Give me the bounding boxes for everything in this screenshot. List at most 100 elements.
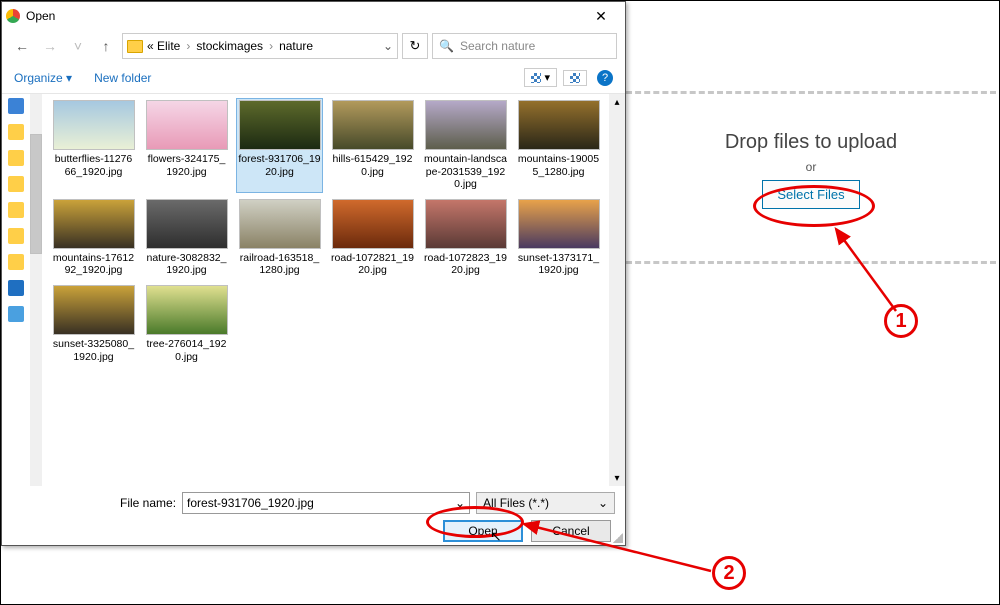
folder-icon[interactable] <box>8 228 24 244</box>
help-icon[interactable]: ? <box>597 70 613 86</box>
file-name-label: railroad-163518_1280.jpg <box>238 252 321 277</box>
file-item[interactable]: forest-931706_1920.jpg <box>236 98 323 193</box>
file-item[interactable]: nature-3082832_1920.jpg <box>143 197 230 279</box>
file-type-filter[interactable]: All Files (*.*) ⌄ <box>476 492 615 514</box>
files-scrollbar[interactable]: ▴ ▾ <box>609 94 625 486</box>
folder-icon[interactable] <box>8 176 24 192</box>
search-icon: 🔍 <box>439 39 454 53</box>
upload-or: or <box>626 160 996 174</box>
file-item[interactable]: road-1072821_1920.jpg <box>329 197 416 279</box>
file-name-label: mountains-1761292_1920.jpg <box>52 252 135 277</box>
file-name-label: flowers-324175_1920.jpg <box>145 153 228 178</box>
file-open-dialog: Open ✕ ← → ˅ ↑ « Elite › stockimages › n… <box>1 1 626 546</box>
file-thumbnail <box>146 199 228 249</box>
quickaccess-icon[interactable] <box>8 98 24 114</box>
file-item[interactable]: mountains-1761292_1920.jpg <box>50 197 137 279</box>
file-thumbnail <box>332 100 414 150</box>
file-name-label: mountains-190055_1280.jpg <box>517 153 600 178</box>
files-pane: butterflies-1127666_1920.jpg flowers-3241… <box>42 94 609 486</box>
onedrive-icon[interactable] <box>8 280 24 296</box>
file-name-label: butterflies-1127666_1920.jpg <box>52 153 135 178</box>
chevron-right-icon: › <box>184 39 192 53</box>
view-mode-button[interactable]: ▾ <box>524 68 557 87</box>
file-thumbnail <box>332 199 414 249</box>
cursor-icon: ↖ <box>490 528 502 545</box>
dialog-footer: File name: forest-931706_1920.jpg ⌄ All … <box>2 486 625 546</box>
file-name-label: forest-931706_1920.jpg <box>238 153 321 178</box>
open-button[interactable]: Open <box>443 520 523 542</box>
select-files-button[interactable]: Select Files <box>762 180 859 209</box>
file-thumbnail <box>518 199 600 249</box>
folder-icon[interactable] <box>8 202 24 218</box>
file-name-value: forest-931706_1920.jpg <box>187 496 314 510</box>
file-item[interactable]: tree-276014_1920.jpg <box>143 283 230 365</box>
crumb-elite[interactable]: « Elite <box>147 39 180 53</box>
scroll-down-icon[interactable]: ▾ <box>609 470 625 486</box>
chevron-down-icon: ⌄ <box>598 496 608 510</box>
nav-row: ← → ˅ ↑ « Elite › stockimages › nature ⌄… <box>2 30 625 62</box>
address-chevron-icon[interactable]: ⌄ <box>383 39 393 53</box>
file-name-input[interactable]: forest-931706_1920.jpg ⌄ <box>182 492 470 514</box>
file-thumbnail <box>425 199 507 249</box>
file-item[interactable]: road-1072823_1920.jpg <box>422 197 509 279</box>
file-item[interactable]: mountains-190055_1280.jpg <box>515 98 602 193</box>
file-name-label: sunset-1373171_1920.jpg <box>517 252 600 277</box>
folder-icon[interactable] <box>8 124 24 140</box>
chevron-right-icon: › <box>267 39 275 53</box>
dialog-title: Open <box>26 9 581 23</box>
chrome-icon <box>6 9 20 23</box>
annotation-badge-2: 2 <box>712 556 746 590</box>
upload-title: Drop files to upload <box>626 131 996 154</box>
file-thumbnail <box>53 285 135 335</box>
close-icon[interactable]: ✕ <box>581 8 621 25</box>
filter-value: All Files (*.*) <box>483 496 549 510</box>
crumb-nature[interactable]: nature <box>279 39 313 53</box>
new-folder-button[interactable]: New folder <box>94 71 151 85</box>
file-item[interactable]: mountain-landscape-2031539_1920.jpg <box>422 98 509 193</box>
folder-icon[interactable] <box>8 150 24 166</box>
file-name-label: tree-276014_1920.jpg <box>145 338 228 363</box>
recent-chevron-icon[interactable]: ˅ <box>66 34 90 58</box>
preview-pane-button[interactable] <box>563 70 587 86</box>
sidebar-scrollbar[interactable] <box>30 94 42 486</box>
file-name-label: hills-615429_1920.jpg <box>331 153 414 178</box>
chevron-down-icon[interactable]: ⌄ <box>455 496 465 510</box>
search-input[interactable]: 🔍 Search nature <box>432 33 617 59</box>
file-thumbnail <box>146 285 228 335</box>
file-item[interactable]: sunset-1373171_1920.jpg <box>515 197 602 279</box>
forward-icon[interactable]: → <box>38 34 62 58</box>
dialog-body: butterflies-1127666_1920.jpg flowers-3241… <box>2 94 625 486</box>
folder-icon <box>127 40 143 53</box>
file-item[interactable]: butterflies-1127666_1920.jpg <box>50 98 137 193</box>
cancel-button[interactable]: Cancel <box>531 520 611 542</box>
file-thumbnail <box>239 100 321 150</box>
file-thumbnail <box>53 199 135 249</box>
address-bar[interactable]: « Elite › stockimages › nature ⌄ <box>122 33 398 59</box>
up-icon[interactable]: ↑ <box>94 34 118 58</box>
folder-icon[interactable] <box>8 254 24 270</box>
file-name-label: mountain-landscape-2031539_1920.jpg <box>424 153 507 191</box>
organize-menu[interactable]: Organize ▾ <box>14 71 72 85</box>
upload-area: Drop files to upload or Select Files <box>626 131 996 209</box>
thispc-icon[interactable] <box>8 306 24 322</box>
upload-box-border-bottom <box>626 261 996 264</box>
file-name-label: nature-3082832_1920.jpg <box>145 252 228 277</box>
file-thumbnail <box>146 100 228 150</box>
annotation-badge-1: 1 <box>884 304 918 338</box>
file-thumbnail <box>518 100 600 150</box>
sidebar-rail <box>2 94 30 486</box>
file-item[interactable]: flowers-324175_1920.jpg <box>143 98 230 193</box>
file-thumbnail <box>53 100 135 150</box>
file-name-label: road-1072821_1920.jpg <box>331 252 414 277</box>
back-icon[interactable]: ← <box>10 34 34 58</box>
file-item[interactable]: hills-615429_1920.jpg <box>329 98 416 193</box>
resize-grip-icon[interactable] <box>613 533 623 543</box>
refresh-icon[interactable]: ↻ <box>402 33 428 59</box>
file-item[interactable]: sunset-3325080_1920.jpg <box>50 283 137 365</box>
file-name-label: road-1072823_1920.jpg <box>424 252 507 277</box>
file-name-label: File name: <box>120 496 176 510</box>
file-thumbnail <box>425 100 507 150</box>
file-item[interactable]: railroad-163518_1280.jpg <box>236 197 323 279</box>
scroll-up-icon[interactable]: ▴ <box>609 94 625 110</box>
crumb-stockimages[interactable]: stockimages <box>196 39 263 53</box>
